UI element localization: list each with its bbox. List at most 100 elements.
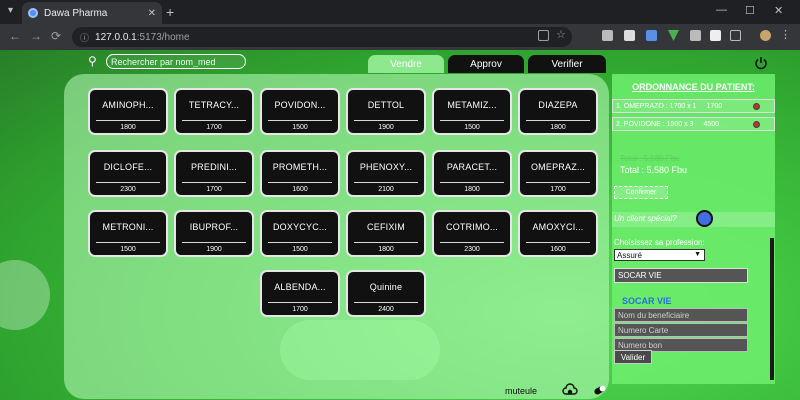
extensions-puzzle-icon[interactable] (730, 30, 741, 41)
browser-tabbar: ▾ Dawa Pharma ✕ + — ☐ ✕ (0, 0, 800, 24)
validate-button[interactable]: Valider (614, 350, 652, 364)
product-name: DICLOFE... (103, 162, 153, 172)
card-divider (182, 182, 246, 183)
pill-icon[interactable] (592, 383, 608, 397)
order-item-amount: 1700 (706, 102, 723, 110)
product-price: 1500 (120, 246, 136, 253)
panel-scrollbar[interactable] (770, 238, 774, 380)
extension-icon-1[interactable] (602, 30, 613, 41)
extension-icon-2[interactable] (624, 30, 635, 41)
mutuelle-footer-label[interactable]: muteule (505, 386, 537, 396)
product-card[interactable]: COTRIMO... 2300 (432, 210, 512, 257)
favicon-icon (28, 8, 38, 18)
product-card[interactable]: PARACET... 1800 (432, 150, 512, 197)
menu-kebab-icon[interactable]: ⋮ (780, 28, 791, 41)
order-title: ORDONNANCE DU PATIENT: (632, 82, 755, 92)
product-name: POVIDON... (274, 100, 326, 110)
search-icon: ⚲ (88, 54, 97, 68)
product-price: 1700 (206, 124, 222, 131)
product-card[interactable]: METRONI... 1500 (88, 210, 168, 257)
mutuelle-field[interactable]: SOCAR VIE (614, 268, 748, 283)
product-name: PHENOXY... (359, 162, 413, 172)
product-price: 1800 (120, 124, 136, 131)
beneficiary-name-field[interactable]: Nom du beneficiaire (614, 308, 748, 322)
remove-item-icon[interactable] (753, 121, 760, 128)
card-divider (96, 120, 160, 121)
remove-item-icon[interactable] (753, 103, 760, 110)
total-amount: Total : 5.580 Fbu (620, 165, 688, 175)
product-price: 2300 (464, 246, 480, 253)
order-item-amount: 4500 (703, 120, 720, 128)
new-tab-button[interactable]: + (166, 4, 174, 20)
tab-search-icon[interactable]: ▾ (8, 5, 20, 17)
url-omnibox[interactable]: ⓘ 127.0.0.1:5173/home (72, 27, 572, 47)
order-item-row: 1. OMEPRAZO : 1700 x 1 1700 (612, 99, 775, 113)
product-card[interactable]: IBUPROF... 1900 (174, 210, 254, 257)
product-card[interactable]: PREDINI... 1700 (174, 150, 254, 197)
product-card[interactable]: Quinine 2400 (346, 270, 426, 317)
card-number-field[interactable]: Numero Carte (614, 323, 748, 337)
product-card[interactable]: AMINOPH... 1800 (88, 88, 168, 135)
minimize-button[interactable]: — (716, 4, 727, 16)
product-price: 1600 (550, 246, 566, 253)
extension-icon-3[interactable] (646, 30, 657, 41)
product-card[interactable]: PHENOXY... 2100 (346, 150, 426, 197)
vuejs-extension-icon[interactable] (668, 30, 679, 41)
profession-label: Choisissez sa profession: (614, 238, 705, 247)
profession-select[interactable]: Assuré ▼ (614, 249, 705, 261)
product-price: 2100 (378, 186, 394, 193)
cloud-sync-icon[interactable] (562, 383, 578, 397)
product-card[interactable]: DOXYCYC... 1500 (260, 210, 340, 257)
product-price: 1700 (206, 186, 222, 193)
forward-button[interactable]: → (30, 29, 42, 43)
site-info-icon[interactable]: ⓘ (80, 31, 89, 44)
card-divider (440, 182, 504, 183)
product-card[interactable]: OMEPRAZ... 1700 (518, 150, 598, 197)
product-price: 1900 (378, 124, 394, 131)
reload-button[interactable]: ⟳ (51, 29, 61, 43)
maximize-button[interactable]: ☐ (745, 4, 755, 17)
card-divider (268, 302, 332, 303)
card-divider (354, 242, 418, 243)
product-card[interactable]: CEFIXIM 1800 (346, 210, 426, 257)
browser-tab[interactable]: Dawa Pharma ✕ (22, 2, 162, 24)
product-name: PROMETH... (272, 162, 328, 172)
product-card[interactable]: DICLOFE... 2300 (88, 150, 168, 197)
product-card[interactable]: ALBENDA... 1700 (260, 270, 340, 317)
product-price: 1800 (464, 186, 480, 193)
bookmark-star-icon[interactable]: ☆ (556, 28, 567, 41)
tab-approv[interactable]: Approv (448, 55, 524, 73)
confirm-button[interactable]: Confirmer (614, 186, 668, 199)
product-card[interactable]: METAMIZ... 1500 (432, 88, 512, 135)
card-divider (354, 120, 418, 121)
special-client-toggle[interactable] (696, 210, 713, 227)
extension-icon-5[interactable] (710, 30, 721, 41)
product-name: DIAZEPA (538, 100, 578, 110)
product-name: AMOXYCI... (532, 222, 584, 232)
card-divider (526, 182, 590, 183)
profile-avatar[interactable] (760, 30, 771, 41)
back-button[interactable]: ← (9, 29, 21, 43)
product-price: 1500 (292, 246, 308, 253)
tab-vendre[interactable]: Vendre (368, 55, 444, 73)
extension-icon-4[interactable] (690, 30, 701, 41)
translate-icon[interactable] (538, 30, 549, 41)
product-card[interactable]: TETRACY... 1700 (174, 88, 254, 135)
product-card[interactable]: AMOXYCI... 1600 (518, 210, 598, 257)
tab-close-icon[interactable]: ✕ (148, 8, 156, 19)
url-text: 127.0.0.1:5173/home (95, 31, 190, 43)
card-divider (268, 182, 332, 183)
card-divider (526, 120, 590, 121)
product-card[interactable]: PROMETH... 1600 (260, 150, 340, 197)
card-divider (96, 182, 160, 183)
tab-verifier[interactable]: Verifier (528, 55, 606, 73)
product-card[interactable]: POVIDON... 1500 (260, 88, 340, 135)
product-card[interactable]: DETTOL 1900 (346, 88, 426, 135)
power-icon[interactable] (754, 56, 768, 70)
product-name: Quinine (369, 282, 403, 292)
product-name: METAMIZ... (447, 100, 497, 110)
search-input[interactable] (106, 54, 246, 69)
order-item-text: 2. POVIDONE : 1500 x 3 (616, 120, 694, 128)
product-card[interactable]: DIAZEPA 1800 (518, 88, 598, 135)
close-window-button[interactable]: ✕ (774, 4, 783, 17)
